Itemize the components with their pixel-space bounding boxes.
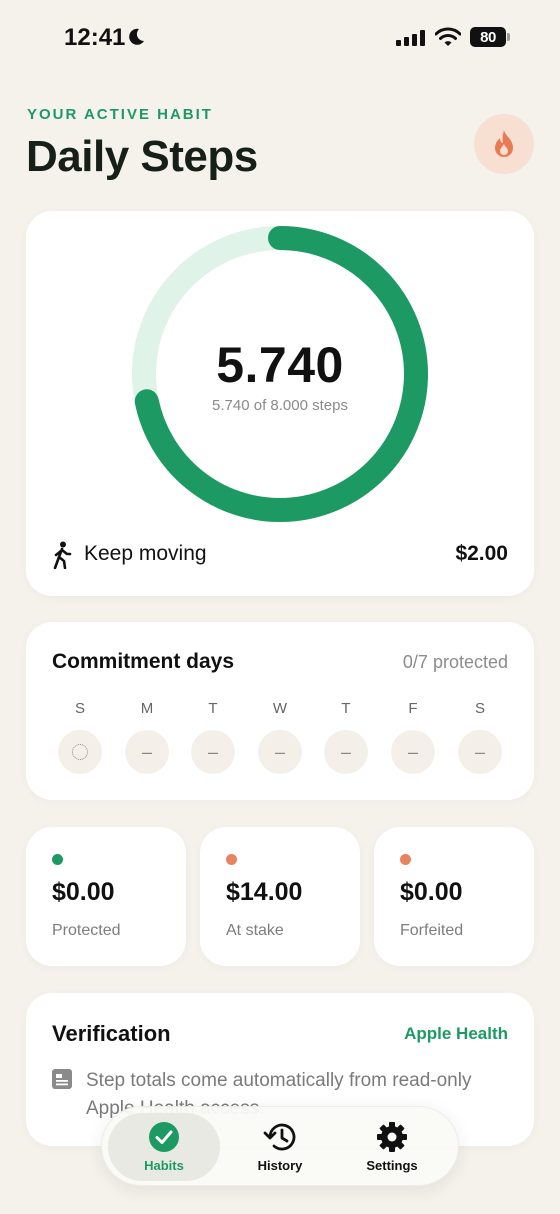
day-friday[interactable]: F – bbox=[391, 700, 435, 774]
day-wednesday[interactable]: W – bbox=[258, 700, 302, 774]
checkmark-circle-icon bbox=[149, 1122, 179, 1152]
stat-label: Protected bbox=[52, 922, 121, 939]
status-dot bbox=[52, 854, 63, 865]
commitment-title: Commitment days bbox=[52, 650, 235, 673]
day-tuesday[interactable]: T – bbox=[191, 700, 235, 774]
wifi-icon bbox=[435, 27, 461, 46]
day-status: – bbox=[391, 730, 435, 774]
progress-card: 5.740 5.740 of 8.000 steps Keep moving $… bbox=[26, 211, 534, 596]
status-bar: 12:41 80 bbox=[0, 0, 560, 76]
pending-ring-icon bbox=[72, 744, 88, 760]
streak-button[interactable] bbox=[474, 114, 534, 174]
day-letter: F bbox=[408, 700, 418, 717]
tab-settings[interactable]: Settings bbox=[336, 1113, 448, 1181]
day-letter: T bbox=[341, 700, 351, 717]
day-status: – bbox=[458, 730, 502, 774]
status-dot bbox=[226, 854, 237, 865]
steps-subtitle: 5.740 of 8.000 steps bbox=[212, 397, 348, 414]
cellular-signal-icon bbox=[396, 30, 425, 46]
verification-title: Verification bbox=[52, 1021, 171, 1046]
stat-card-forfeited: $0.00 Forfeited bbox=[374, 827, 534, 966]
status-time: 12:41 bbox=[64, 24, 126, 51]
moon-icon bbox=[129, 28, 144, 45]
tab-label: History bbox=[257, 1158, 303, 1173]
battery-icon: 80 bbox=[470, 27, 506, 47]
tab-history[interactable]: History bbox=[224, 1113, 336, 1181]
day-status: – bbox=[191, 730, 235, 774]
stat-card-protected: $0.00 Protected bbox=[26, 827, 186, 966]
history-clock-icon bbox=[263, 1123, 296, 1151]
day-letter: M bbox=[140, 700, 154, 717]
day-letter: S bbox=[474, 700, 485, 717]
tab-bar: Habits History Settings bbox=[101, 1106, 459, 1186]
day-status-pending bbox=[58, 730, 102, 774]
tab-label: Settings bbox=[366, 1158, 418, 1173]
walking-figure-icon bbox=[53, 541, 72, 569]
page-title: Daily Steps bbox=[26, 132, 258, 181]
day-letter: W bbox=[272, 700, 288, 717]
document-icon bbox=[52, 1069, 72, 1089]
day-thursday[interactable]: T – bbox=[324, 700, 368, 774]
progress-status-label: Keep moving bbox=[84, 542, 207, 565]
day-letter: S bbox=[74, 700, 85, 717]
commitment-card: Commitment days 0/7 protected S M – T – … bbox=[26, 622, 534, 800]
progress-amount: $2.00 bbox=[455, 542, 508, 565]
stat-value: $0.00 bbox=[52, 878, 115, 906]
day-letter: T bbox=[208, 700, 218, 717]
day-saturday[interactable]: S – bbox=[458, 700, 502, 774]
stat-value: $0.00 bbox=[400, 878, 463, 906]
day-status: – bbox=[125, 730, 169, 774]
day-sunday[interactable]: S bbox=[58, 700, 102, 774]
stat-value: $14.00 bbox=[226, 878, 303, 906]
battery-level: 80 bbox=[480, 28, 496, 46]
tab-habits[interactable]: Habits bbox=[108, 1113, 220, 1181]
flame-icon bbox=[495, 130, 513, 157]
stat-label: Forfeited bbox=[400, 922, 464, 939]
battery-cap bbox=[507, 33, 510, 41]
stat-card-at-stake: $14.00 At stake bbox=[200, 827, 360, 966]
day-monday[interactable]: M – bbox=[125, 700, 169, 774]
gear-icon bbox=[377, 1122, 407, 1152]
commitment-count: 0/7 protected bbox=[402, 652, 508, 672]
status-dot bbox=[400, 854, 411, 865]
verification-source-link[interactable]: Apple Health bbox=[404, 1024, 508, 1044]
tab-label: Habits bbox=[144, 1158, 184, 1173]
day-status: – bbox=[324, 730, 368, 774]
steps-count: 5.740 bbox=[216, 337, 344, 393]
day-status: – bbox=[258, 730, 302, 774]
stat-label: At stake bbox=[226, 922, 284, 939]
active-habit-eyebrow: YOUR ACTIVE HABIT bbox=[27, 106, 213, 123]
